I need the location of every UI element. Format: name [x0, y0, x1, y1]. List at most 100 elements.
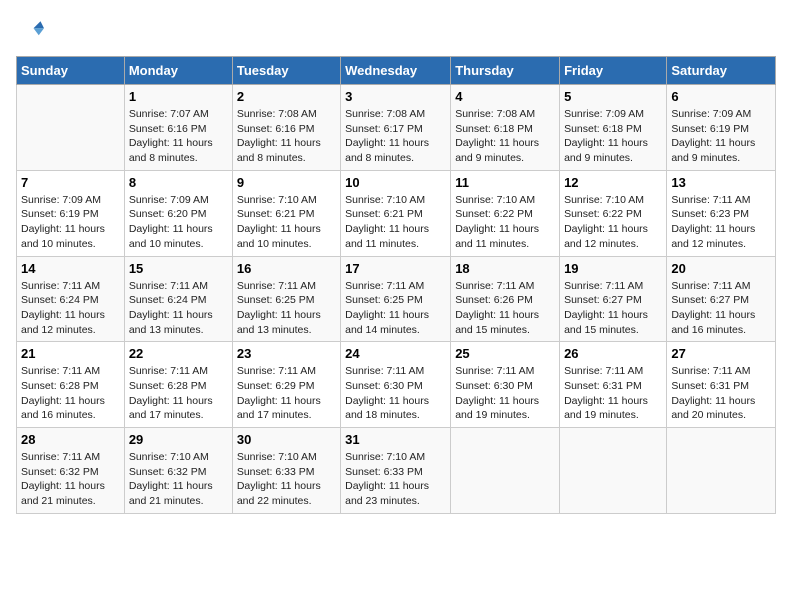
day-number: 27	[671, 346, 771, 361]
header-saturday: Saturday	[667, 57, 776, 85]
day-cell	[451, 428, 560, 514]
header-friday: Friday	[560, 57, 667, 85]
day-info: Sunrise: 7:10 AMSunset: 6:22 PMDaylight:…	[455, 193, 555, 252]
day-number: 22	[129, 346, 228, 361]
day-cell: 31 Sunrise: 7:10 AMSunset: 6:33 PMDayligh…	[341, 428, 451, 514]
day-info: Sunrise: 7:09 AMSunset: 6:18 PMDaylight:…	[564, 107, 662, 166]
day-cell: 26 Sunrise: 7:11 AMSunset: 6:31 PMDayligh…	[560, 342, 667, 428]
day-number: 31	[345, 432, 446, 447]
day-cell: 20 Sunrise: 7:11 AMSunset: 6:27 PMDayligh…	[667, 256, 776, 342]
day-cell	[560, 428, 667, 514]
day-info: Sunrise: 7:11 AMSunset: 6:31 PMDaylight:…	[671, 364, 771, 423]
day-number: 20	[671, 261, 771, 276]
day-number: 10	[345, 175, 446, 190]
day-number: 17	[345, 261, 446, 276]
day-cell: 13 Sunrise: 7:11 AMSunset: 6:23 PMDayligh…	[667, 170, 776, 256]
header-sunday: Sunday	[17, 57, 125, 85]
day-cell	[667, 428, 776, 514]
day-info: Sunrise: 7:10 AMSunset: 6:33 PMDaylight:…	[237, 450, 336, 509]
header-tuesday: Tuesday	[232, 57, 340, 85]
day-info: Sunrise: 7:11 AMSunset: 6:32 PMDaylight:…	[21, 450, 120, 509]
day-info: Sunrise: 7:11 AMSunset: 6:27 PMDaylight:…	[564, 279, 662, 338]
day-cell: 15 Sunrise: 7:11 AMSunset: 6:24 PMDayligh…	[124, 256, 232, 342]
day-info: Sunrise: 7:10 AMSunset: 6:32 PMDaylight:…	[129, 450, 228, 509]
day-info: Sunrise: 7:07 AMSunset: 6:16 PMDaylight:…	[129, 107, 228, 166]
week-row-3: 21Sunrise: 7:11 AMSunset: 6:28 PMDayligh…	[17, 342, 776, 428]
week-row-2: 14 Sunrise: 7:11 AMSunset: 6:24 PMDayligh…	[17, 256, 776, 342]
day-cell: 3Sunrise: 7:08 AMSunset: 6:17 PMDaylight…	[341, 85, 451, 171]
day-cell: 25 Sunrise: 7:11 AMSunset: 6:30 PMDayligh…	[451, 342, 560, 428]
day-number: 11	[455, 175, 555, 190]
day-number: 29	[129, 432, 228, 447]
day-cell: 28 Sunrise: 7:11 AMSunset: 6:32 PMDayligh…	[17, 428, 125, 514]
day-cell: 7 Sunrise: 7:09 AMSunset: 6:19 PMDaylight…	[17, 170, 125, 256]
day-cell: 30 Sunrise: 7:10 AMSunset: 6:33 PMDayligh…	[232, 428, 340, 514]
day-cell: 19 Sunrise: 7:11 AMSunset: 6:27 PMDayligh…	[560, 256, 667, 342]
day-cell: 6 Sunrise: 7:09 AMSunset: 6:19 PMDaylight…	[667, 85, 776, 171]
day-cell: 2Sunrise: 7:08 AMSunset: 6:16 PMDaylight…	[232, 85, 340, 171]
day-number: 19	[564, 261, 662, 276]
day-number: 9	[237, 175, 336, 190]
day-info: Sunrise: 7:10 AMSunset: 6:22 PMDaylight:…	[564, 193, 662, 252]
header-thursday: Thursday	[451, 57, 560, 85]
day-cell: 8 Sunrise: 7:09 AMSunset: 6:20 PMDaylight…	[124, 170, 232, 256]
day-info: Sunrise: 7:11 AMSunset: 6:25 PMDaylight:…	[237, 279, 336, 338]
day-number: 6	[671, 89, 771, 104]
day-cell: 18 Sunrise: 7:11 AMSunset: 6:26 PMDayligh…	[451, 256, 560, 342]
day-info: Sunrise: 7:11 AMSunset: 6:30 PMDaylight:…	[455, 364, 555, 423]
day-cell: 9 Sunrise: 7:10 AMSunset: 6:21 PMDaylight…	[232, 170, 340, 256]
day-cell	[17, 85, 125, 171]
week-row-4: 28 Sunrise: 7:11 AMSunset: 6:32 PMDayligh…	[17, 428, 776, 514]
day-number: 26	[564, 346, 662, 361]
day-number: 12	[564, 175, 662, 190]
day-cell: 17 Sunrise: 7:11 AMSunset: 6:25 PMDayligh…	[341, 256, 451, 342]
day-info: Sunrise: 7:11 AMSunset: 6:23 PMDaylight:…	[671, 193, 771, 252]
day-number: 14	[21, 261, 120, 276]
day-number: 30	[237, 432, 336, 447]
day-number: 28	[21, 432, 120, 447]
day-info: Sunrise: 7:09 AMSunset: 6:19 PMDaylight:…	[21, 193, 120, 252]
day-info: Sunrise: 7:10 AMSunset: 6:21 PMDaylight:…	[237, 193, 336, 252]
day-number: 13	[671, 175, 771, 190]
week-row-1: 7 Sunrise: 7:09 AMSunset: 6:19 PMDaylight…	[17, 170, 776, 256]
day-info: Sunrise: 7:11 AMSunset: 6:26 PMDaylight:…	[455, 279, 555, 338]
day-info: Sunrise: 7:08 AMSunset: 6:17 PMDaylight:…	[345, 107, 446, 166]
day-number: 24	[345, 346, 446, 361]
day-number: 5	[564, 89, 662, 104]
day-cell: 21Sunrise: 7:11 AMSunset: 6:28 PMDayligh…	[17, 342, 125, 428]
day-info: Sunrise: 7:11 AMSunset: 6:30 PMDaylight:…	[345, 364, 446, 423]
day-cell: 22Sunrise: 7:11 AMSunset: 6:28 PMDayligh…	[124, 342, 232, 428]
day-info: Sunrise: 7:08 AMSunset: 6:18 PMDaylight:…	[455, 107, 555, 166]
day-info: Sunrise: 7:09 AMSunset: 6:20 PMDaylight:…	[129, 193, 228, 252]
day-info: Sunrise: 7:09 AMSunset: 6:19 PMDaylight:…	[671, 107, 771, 166]
day-number: 8	[129, 175, 228, 190]
day-number: 15	[129, 261, 228, 276]
day-info: Sunrise: 7:10 AMSunset: 6:21 PMDaylight:…	[345, 193, 446, 252]
day-number: 18	[455, 261, 555, 276]
day-cell: 5 Sunrise: 7:09 AMSunset: 6:18 PMDaylight…	[560, 85, 667, 171]
week-row-0: 1 Sunrise: 7:07 AMSunset: 6:16 PMDaylight…	[17, 85, 776, 171]
day-number: 25	[455, 346, 555, 361]
calendar-table: SundayMondayTuesdayWednesdayThursdayFrid…	[16, 56, 776, 514]
day-cell: 24 Sunrise: 7:11 AMSunset: 6:30 PMDayligh…	[341, 342, 451, 428]
day-info: Sunrise: 7:11 AMSunset: 6:24 PMDaylight:…	[129, 279, 228, 338]
day-cell: 29 Sunrise: 7:10 AMSunset: 6:32 PMDayligh…	[124, 428, 232, 514]
day-number: 23	[237, 346, 336, 361]
day-info: Sunrise: 7:11 AMSunset: 6:24 PMDaylight:…	[21, 279, 120, 338]
header-wednesday: Wednesday	[341, 57, 451, 85]
day-info: Sunrise: 7:11 AMSunset: 6:27 PMDaylight:…	[671, 279, 771, 338]
day-cell: 23 Sunrise: 7:11 AMSunset: 6:29 PMDayligh…	[232, 342, 340, 428]
day-cell: 4Sunrise: 7:08 AMSunset: 6:18 PMDaylight…	[451, 85, 560, 171]
day-cell: 16Sunrise: 7:11 AMSunset: 6:25 PMDayligh…	[232, 256, 340, 342]
day-info: Sunrise: 7:10 AMSunset: 6:33 PMDaylight:…	[345, 450, 446, 509]
day-cell: 1 Sunrise: 7:07 AMSunset: 6:16 PMDaylight…	[124, 85, 232, 171]
day-info: Sunrise: 7:11 AMSunset: 6:31 PMDaylight:…	[564, 364, 662, 423]
day-info: Sunrise: 7:11 AMSunset: 6:25 PMDaylight:…	[345, 279, 446, 338]
day-number: 21	[21, 346, 120, 361]
day-info: Sunrise: 7:11 AMSunset: 6:29 PMDaylight:…	[237, 364, 336, 423]
day-number: 1	[129, 89, 228, 104]
day-cell: 10 Sunrise: 7:10 AMSunset: 6:21 PMDayligh…	[341, 170, 451, 256]
logo-icon	[16, 16, 44, 44]
day-number: 7	[21, 175, 120, 190]
day-info: Sunrise: 7:08 AMSunset: 6:16 PMDaylight:…	[237, 107, 336, 166]
